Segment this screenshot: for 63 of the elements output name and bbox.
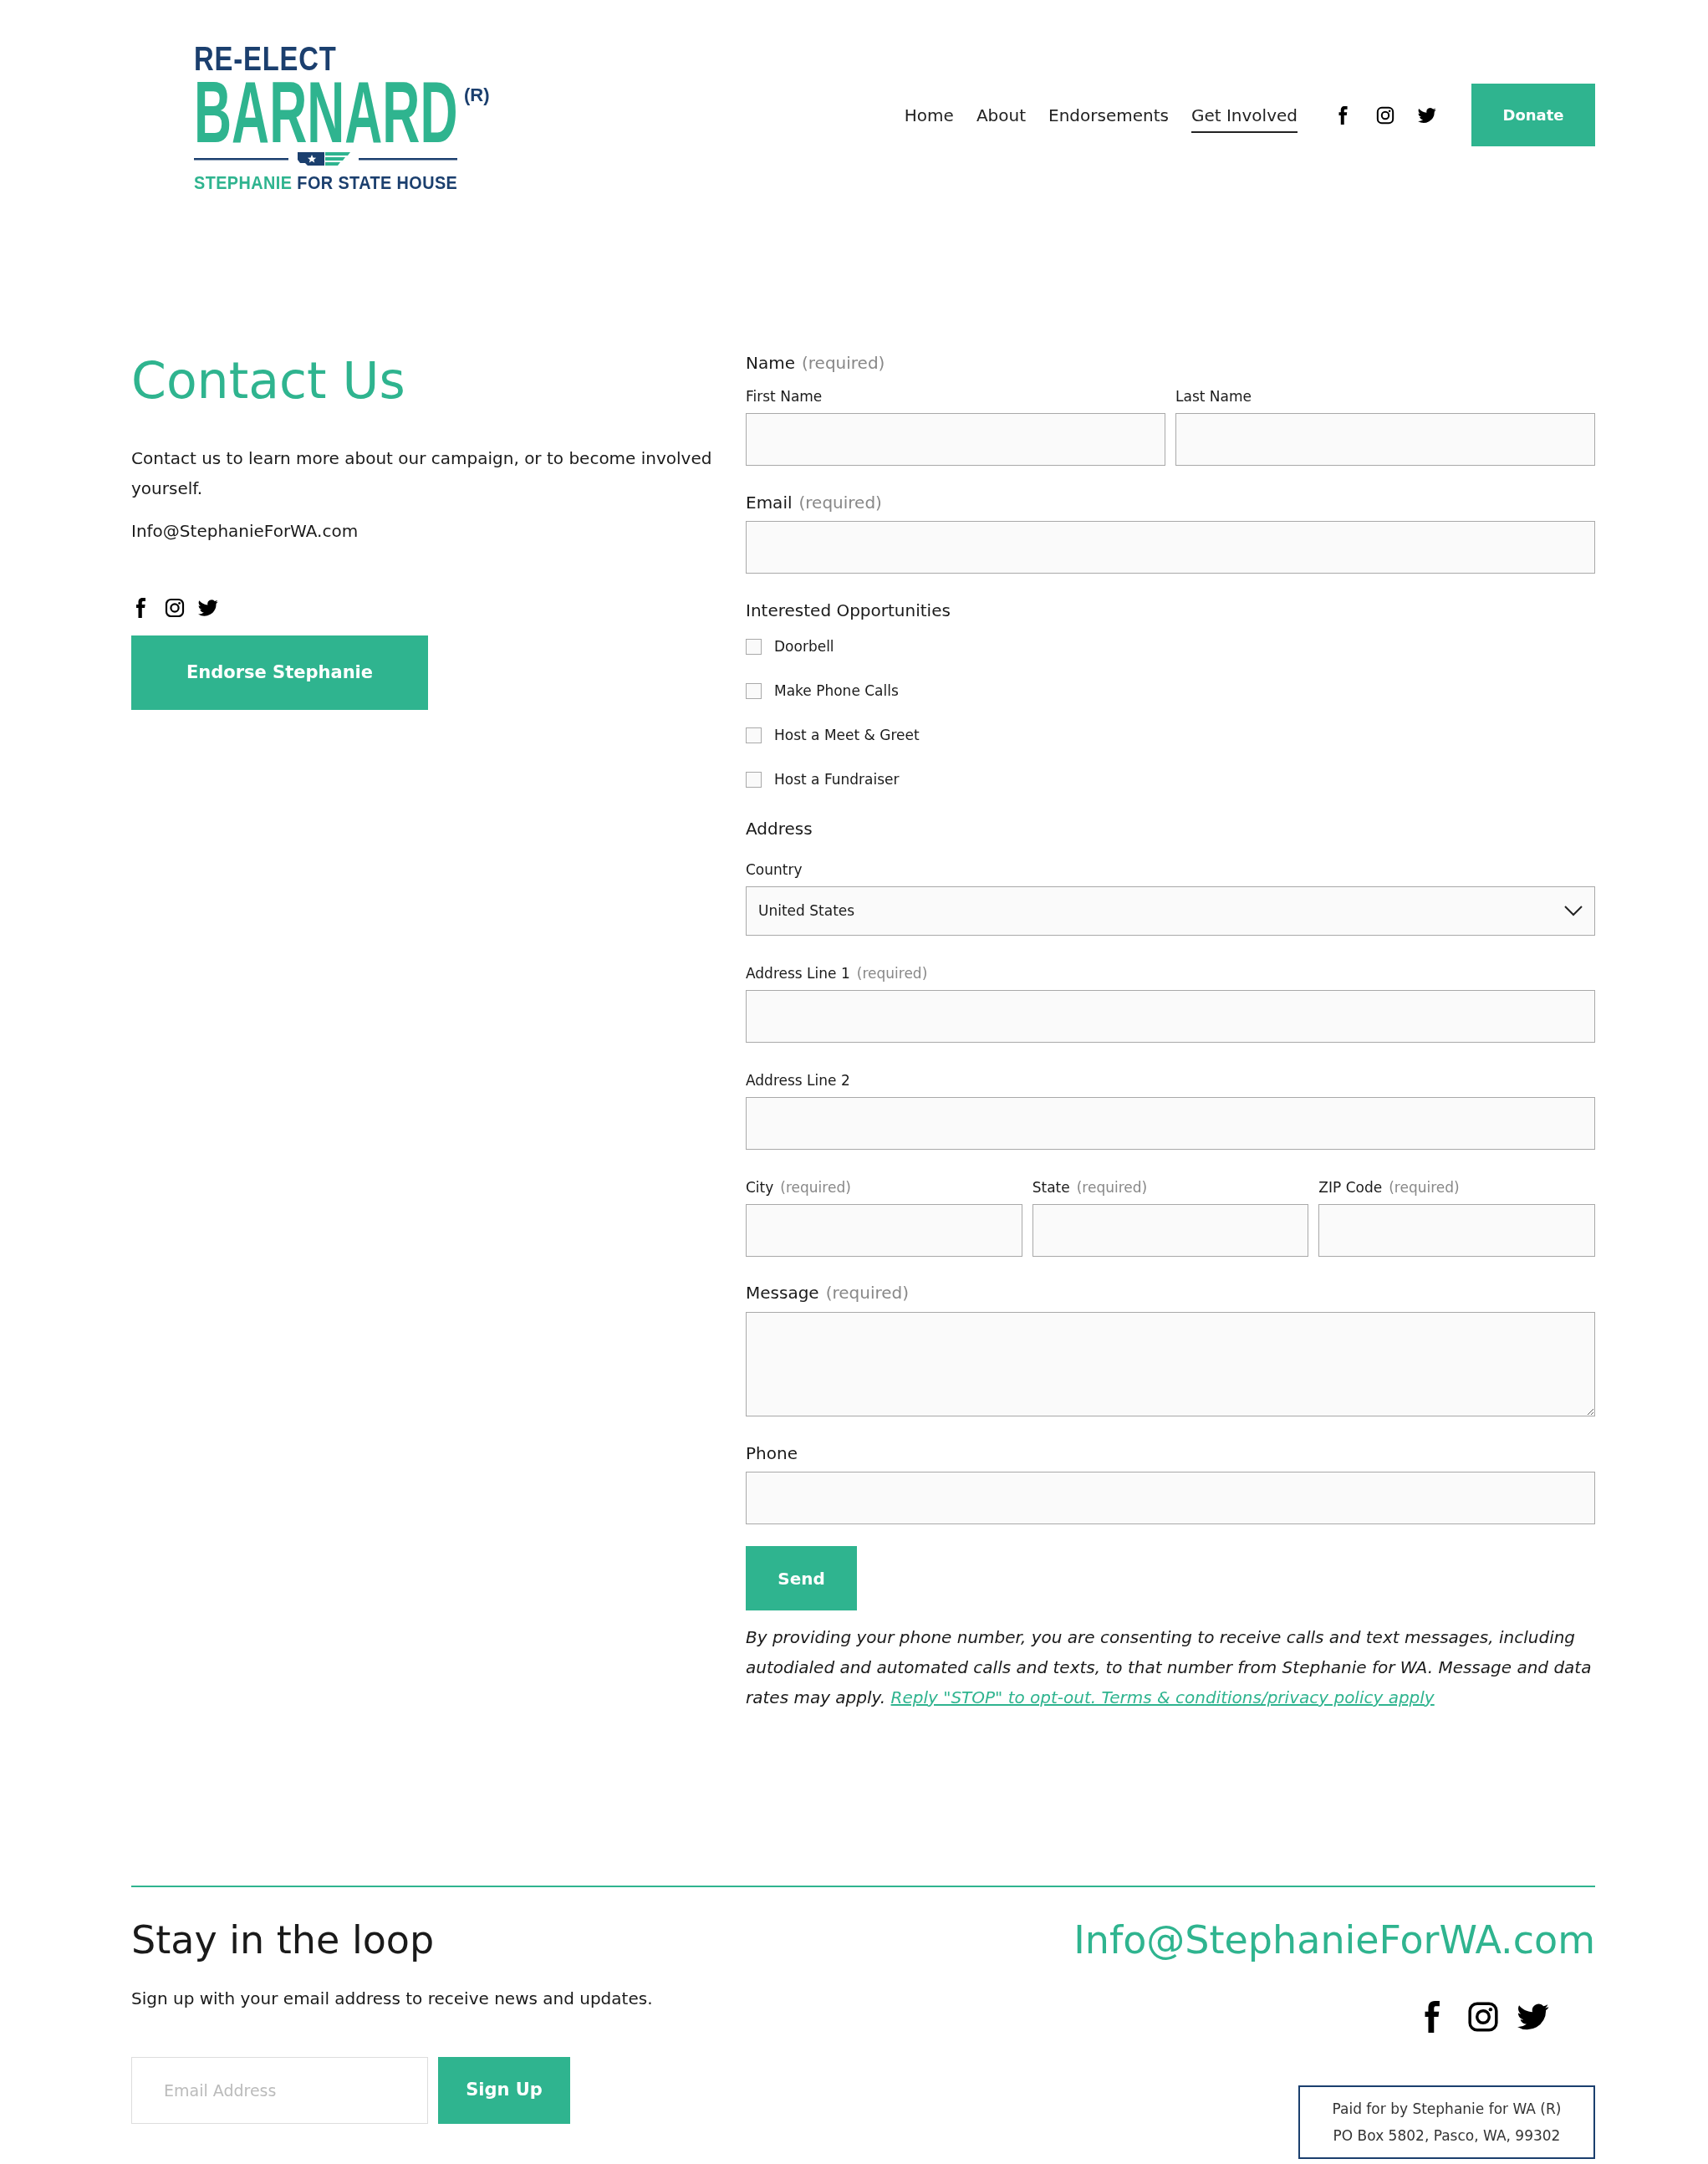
input-field[interactable]: [746, 1472, 1595, 1524]
input-field[interactable]: [746, 990, 1595, 1043]
twitter-icon[interactable]: [1418, 105, 1436, 125]
logo-mark: (R): [464, 84, 490, 107]
input-field[interactable]: [1175, 413, 1595, 466]
instagram-icon[interactable]: [165, 598, 185, 618]
field-label: Email: [746, 492, 793, 514]
input-field[interactable]: [746, 1204, 1022, 1257]
required-note: (required): [1389, 1178, 1460, 1197]
field-label: Interested Opportunities: [746, 600, 951, 622]
checkbox[interactable]: [746, 682, 762, 699]
field-label: ZIP Code: [1318, 1178, 1383, 1197]
disclaimer-line: Paid for by Stephanie for WA (R): [1332, 2100, 1562, 2119]
logo-name: BARNARD: [194, 76, 458, 148]
field-label: Address: [746, 818, 813, 840]
twitter-icon[interactable]: [198, 598, 218, 618]
footer-title: Stay in the loop: [131, 1916, 436, 1963]
instagram-icon[interactable]: [1467, 2001, 1499, 2033]
field-label: State: [1032, 1178, 1070, 1197]
field-label: Address Line 1: [746, 964, 850, 983]
field-label: First Name: [746, 387, 823, 406]
chevron-icon: [1564, 906, 1583, 916]
disclaimer-line: PO Box 5802, Pasco, WA, 99302: [1333, 2126, 1561, 2146]
input-field[interactable]: [746, 521, 1595, 574]
field-label: Message: [746, 1282, 819, 1304]
option-label: Doorbell: [774, 637, 834, 656]
nav-link[interactable]: Home: [904, 97, 954, 133]
required-note: (required): [780, 1178, 851, 1197]
input-field[interactable]: [1032, 1204, 1309, 1257]
input-field[interactable]: [746, 413, 1165, 466]
required-note: (required): [856, 964, 928, 983]
intro-text: Contact us to learn more about our campaign, or to become involved yourself.: [131, 447, 713, 500]
field-label: Country: [746, 860, 803, 880]
required-note: (required): [825, 1282, 910, 1304]
signup-text: Sign up with your email address to receive news and updates.: [131, 1988, 653, 2010]
input-field[interactable]: [1318, 1204, 1595, 1257]
logo-tagline: STEPHANIE FOR STATE HOUSE: [194, 173, 458, 193]
nav-link[interactable]: Endorsements: [1048, 97, 1169, 133]
logo-text: RE-ELECT: [194, 42, 337, 75]
option-label: Host a Meet & Greet: [774, 726, 920, 745]
nav-link[interactable]: Get Involved: [1191, 97, 1298, 133]
required-note: (required): [802, 352, 885, 375]
field-label: Last Name: [1175, 387, 1252, 406]
checkbox[interactable]: [746, 771, 762, 788]
nav-link[interactable]: About: [976, 97, 1027, 133]
instagram-icon[interactable]: [1376, 105, 1394, 125]
message-field[interactable]: [746, 1312, 1595, 1416]
page-title: Contact Us: [131, 355, 406, 406]
checkbox[interactable]: [746, 638, 762, 655]
checkbox[interactable]: [746, 727, 762, 743]
disclaimer-text: By providing your phone number, you are consenting to receive calls and text messages, including autodialed and automated calls and texts, to that number from Stephanie for WA. Message and data rates may apply. Reply "STOP" to opt-out. Terms & conditions/privacy policy apply: [746, 1626, 1593, 1709]
required-note: (required): [798, 492, 882, 514]
field-label: Phone: [746, 1442, 798, 1465]
country-select[interactable]: United States: [746, 886, 1595, 936]
input-field[interactable]: [746, 1097, 1595, 1150]
required-note: (required): [1076, 1178, 1148, 1197]
option-label: Host a Fundraiser: [774, 770, 900, 789]
email-field[interactable]: Email Address: [131, 2057, 428, 2124]
option-label: Make Phone Calls: [774, 681, 899, 701]
email-link[interactable]: Info@StephanieForWA.com: [131, 518, 359, 544]
field-label: Address Line 2: [746, 1071, 850, 1090]
field-label: Name: [746, 352, 795, 375]
field-label: City: [746, 1178, 774, 1197]
